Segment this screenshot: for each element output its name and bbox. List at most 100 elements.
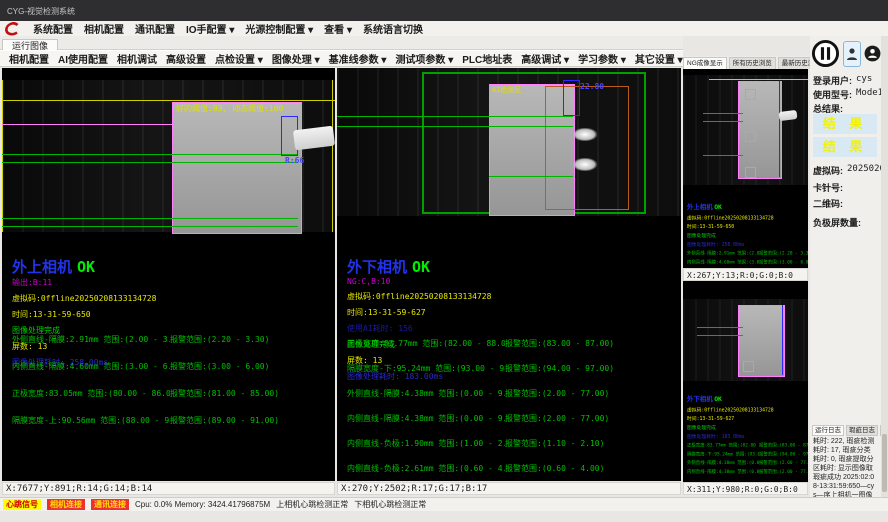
- thumb-result-upper: 外上相机OK 虚拟码:0ffline20250208133134728 时间:1…: [687, 197, 808, 268]
- app-window: CYG-视觉检测系统 系统配置 相机配置 通讯配置 IO手配置 ▾ 光源控制配置…: [0, 0, 888, 522]
- tool-learning-params[interactable]: 学习参数 ▾: [578, 51, 626, 66]
- tool-ai-config[interactable]: AI使用配置: [58, 51, 108, 66]
- lower-camera-heartbeat: 下相机心跳检测正常: [354, 499, 426, 510]
- roi-box-orange: [545, 86, 629, 210]
- log-tab-row: 运行日志 瑕疵日志 错误日志: [812, 425, 888, 436]
- tool-spotcheck-settings[interactable]: 点检设置 ▾: [215, 51, 263, 66]
- camera-view-lower[interactable]: AI检测区 22.80 外下相机 OK NG:C,B:10 虚拟码:0ffline…: [337, 68, 681, 481]
- measure-overlay: R:66: [285, 156, 304, 165]
- measurement-row: 内侧直线-负极:2.61mm 范围:(0.60 - 4.00)报警范围:(0.6…: [347, 463, 681, 474]
- cpu-memory-status: Cpu: 0.0% Memory: 3424.41796875M: [135, 500, 270, 509]
- menu-comm-config[interactable]: 通讯配置: [135, 21, 175, 36]
- connector-tab: [293, 126, 335, 151]
- measure-line: [703, 155, 743, 156]
- comm-connect-badge: 通讯连接: [91, 499, 129, 510]
- roi-line-blue: [779, 81, 780, 177]
- result-box-upper: 结 果: [813, 114, 877, 134]
- window-title: CYG-视觉检测系统: [7, 7, 75, 16]
- cursor-status-thumb-upper: X:267;Y:13;R:0;G:0;B:0: [683, 268, 808, 281]
- tab-history-all[interactable]: 所有历史浏览: [729, 57, 776, 69]
- defect-box: [745, 131, 756, 142]
- menu-camera-config[interactable]: 相机配置: [84, 21, 124, 36]
- menu-system-config[interactable]: 系统配置: [33, 21, 73, 36]
- roi-line-blue: [782, 305, 783, 375]
- result-sub: 输出:B:11: [12, 277, 156, 288]
- operator-button[interactable]: [864, 45, 881, 62]
- measurement-row: 外侧直线-隔膜:4.38mm 范围:(0.00 - 9.00)报警范围:(2.0…: [347, 388, 681, 399]
- pause-button[interactable]: [811, 39, 840, 68]
- tool-image-processing[interactable]: 图像处理 ▾: [272, 51, 320, 66]
- camera-name: 外下相机: [347, 259, 407, 276]
- login-user-field: 登录用户: cys: [813, 74, 872, 87]
- measure-line: [2, 154, 298, 155]
- tool-other-settings[interactable]: 其它设置 ▾: [635, 51, 683, 66]
- measurement-row: 隔膜宽度-上:90.56mm 范围:(88.00 - 92.00)报警范围:(8…: [12, 415, 332, 426]
- measurement-row: 内侧直线-隔膜:4.60mm 范围:(3.00 - 6.00)报警范围:(3.0…: [12, 361, 332, 372]
- tool-baseline-params[interactable]: 基准线参数 ▾: [329, 51, 387, 66]
- measurement-list-lower: 正极宽度:83.77mm 范围:(82.00 - 88.00)报警范围:(83.…: [347, 338, 681, 481]
- reflection-spot: [573, 128, 597, 141]
- thumb-result-lower: 外下相机OK 虚拟码:0ffline20250208133134728 时间:1…: [687, 389, 808, 475]
- tool-advanced-settings[interactable]: 高级设置: [166, 51, 206, 66]
- tool-plc-address[interactable]: PLC地址表: [462, 51, 512, 66]
- thumb-image-upper: [683, 75, 808, 185]
- camera-view-upper[interactable]: 好的阈值:93, 动态阈值:100 R:66 外上相机OK 输出:B:11 虚拟…: [2, 68, 335, 481]
- defect-box: [745, 167, 756, 178]
- menu-io-config[interactable]: IO手配置 ▾: [186, 21, 234, 36]
- calibration-line: [2, 100, 335, 101]
- result-box-lower: 结 果: [813, 137, 877, 157]
- measurement-row: 外侧直线-隔膜:2.91mm 范围:(2.00 - 3.50)报警范围:(2.2…: [12, 334, 332, 345]
- negative-count-label: 负极屏数量:: [813, 216, 861, 229]
- measure-line: [2, 226, 298, 227]
- camera-name: 外上相机: [12, 259, 72, 276]
- result-ai-time: 使用AI耗时: 156: [347, 323, 491, 334]
- tab-ng-display[interactable]: NG成像显示: [683, 57, 727, 69]
- tool-camera-config[interactable]: 相机配置: [9, 51, 49, 66]
- thumb-image-lower: [683, 299, 808, 381]
- measurement-row: 正极宽度:83.05mm 范围:(80.00 - 86.00)报警范围:(81.…: [12, 388, 332, 399]
- pin-label: 卡针号:: [813, 181, 843, 194]
- measure-line: [703, 113, 743, 114]
- menubar: 系统配置 相机配置 通讯配置 IO手配置 ▾ 光源控制配置 ▾ 查看 ▾ 系统语…: [0, 21, 888, 36]
- tab-log-run[interactable]: 运行日志: [812, 425, 844, 436]
- menu-language[interactable]: 系统语言切换: [363, 21, 423, 36]
- login-user-button[interactable]: [843, 41, 861, 67]
- result-time: 时间:13-31-59-650: [12, 309, 156, 320]
- measure-line: [2, 162, 298, 163]
- control-button-row: [811, 39, 888, 68]
- side-scrollbar[interactable]: [881, 36, 888, 497]
- tool-test-params[interactable]: 测试项参数 ▾: [395, 51, 453, 66]
- tab-log-defect[interactable]: 瑕疵日志: [846, 425, 878, 436]
- model-field: 使用型号: Mode11: [813, 88, 888, 101]
- measurement-row: 内侧直线-隔膜:4.38mm 范围:(0.00 - 9.00)报警范围:(2.0…: [347, 413, 681, 424]
- tool-camera-debug[interactable]: 相机调试: [117, 51, 157, 66]
- tool-advanced-debug[interactable]: 高级调试 ▾: [521, 51, 569, 66]
- edge-line-right: [332, 80, 333, 232]
- measurement-row: 内侧直线-负极:1.90mm 范围:(1.00 - 2.20)报警范围:(1.1…: [347, 438, 681, 449]
- qr-label: 二维码:: [813, 197, 843, 210]
- ai-area-overlay: AI检测区: [492, 85, 521, 95]
- defect-box: [745, 89, 756, 100]
- virtual-code-field: 虚拟码: 20250208: [813, 164, 888, 177]
- login-user-value: cys: [856, 74, 872, 87]
- menu-light-config[interactable]: 光源控制配置 ▾: [245, 21, 313, 36]
- thumb-view-upper[interactable]: 外上相机OK 虚拟码:0ffline20250208133134728 时间:1…: [683, 69, 808, 268]
- result-status: OK: [77, 258, 95, 276]
- result-sub: NG:C,B:10: [347, 277, 491, 286]
- edge-line-left: [2, 80, 3, 232]
- result-status: OK: [412, 258, 430, 276]
- measure-line: [337, 126, 573, 127]
- scrollbar-thumb[interactable]: [882, 434, 887, 492]
- thumb-view-lower[interactable]: 外下相机OK 虚拟码:0ffline20250208133134728 时间:1…: [683, 281, 808, 482]
- camera-connect-badge: 相机连接: [47, 499, 85, 510]
- reflection-spot: [573, 158, 597, 171]
- measurement-row: 正极宽度:83.77mm 范围:(82.00 - 88.00)报警范围:(83.…: [347, 338, 681, 349]
- result-barcode: 虚拟码:0ffline20250208133134728: [12, 293, 156, 304]
- side-panel: 登录用户: cys 使用型号: Mode11 总结果: 结 果 结 果 虚拟码:…: [810, 36, 881, 497]
- roi-box-blue: [563, 80, 580, 116]
- result-barcode: 虚拟码:0ffline20250208133134728: [347, 291, 491, 302]
- model-label: 使用型号:: [813, 88, 852, 101]
- menu-view[interactable]: 查看 ▾: [324, 21, 352, 36]
- cursor-status-thumb-lower: X:311;Y:980;R:0;G:0;B:0: [683, 482, 808, 495]
- camera-image-lower: AI检测区 22.80: [337, 68, 681, 216]
